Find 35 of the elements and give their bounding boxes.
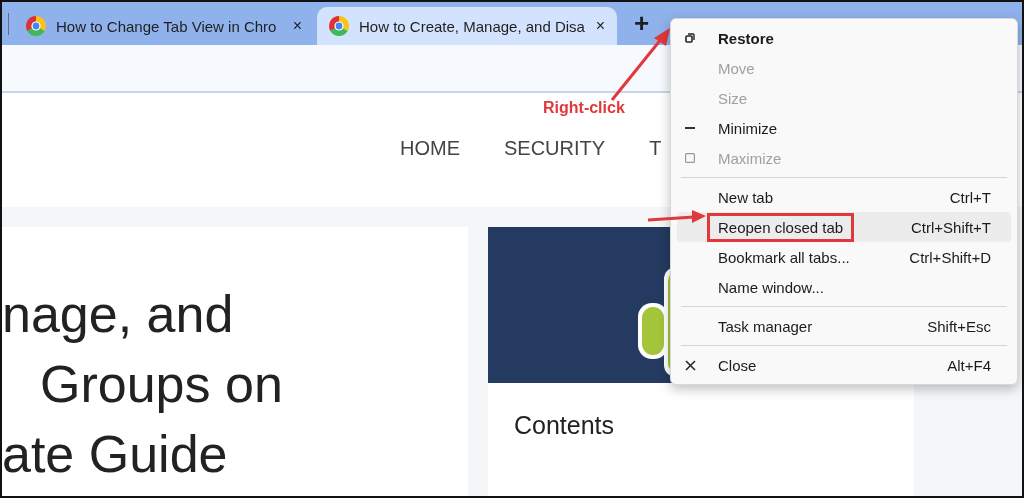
menu-item[interactable]: Close Alt+F4 <box>677 350 1011 380</box>
minimize-icon <box>685 127 695 129</box>
article-title: Groups on <box>39 354 284 415</box>
nav-link[interactable]: SECURITY <box>504 136 606 160</box>
menu-item[interactable]: Restore <box>677 23 1011 53</box>
annotation-arrow <box>646 208 708 224</box>
new-tab-button[interactable]: + <box>628 8 656 39</box>
maximize-icon <box>685 153 695 163</box>
close-icon <box>685 359 696 371</box>
article-title: ate Guide <box>2 424 229 485</box>
menu-item[interactable]: Bookmark all tabs... Ctrl+Shift+D <box>677 242 1011 272</box>
menu-item[interactable]: Name window... <box>677 272 1011 302</box>
menu-item[interactable]: Task manager Shift+Esc <box>677 311 1011 341</box>
browser-logo-icon <box>329 16 349 36</box>
nav-link[interactable]: HOME <box>400 136 460 160</box>
shortcut-text: Ctrl+Shift+T <box>910 218 991 236</box>
tab-close-button[interactable]: × <box>595 17 605 35</box>
browser-tab[interactable]: How to Change Tab View in Chro × <box>14 7 314 45</box>
tab-title: How to Create, Manage, and Disa <box>359 17 586 35</box>
browser-tab[interactable]: How to Create, Manage, and Disa × <box>317 7 617 45</box>
shortcut-text: Ctrl+T <box>949 188 991 206</box>
annotation-label: Right-click <box>543 99 625 117</box>
shortcut-text: Shift+Esc <box>927 317 991 335</box>
tab-close-button[interactable]: × <box>292 17 302 35</box>
menu-item[interactable]: New tab Ctrl+T <box>677 182 1011 212</box>
restore-icon <box>685 33 695 43</box>
menu-item[interactable]: Reopen closed tab Ctrl+Shift+T <box>677 212 1011 242</box>
tab-title: How to Change Tab View in Chro <box>56 17 278 35</box>
shortcut-text: Alt+F4 <box>947 356 991 374</box>
contents-title: Contents <box>514 411 616 440</box>
shortcut-text: Ctrl+Shift+D <box>909 248 991 266</box>
article-title: nage, and <box>2 284 235 345</box>
browser-logo-icon <box>26 16 46 36</box>
menu-item[interactable]: Minimize <box>677 113 1011 143</box>
nav-link[interactable]: T <box>649 136 662 160</box>
